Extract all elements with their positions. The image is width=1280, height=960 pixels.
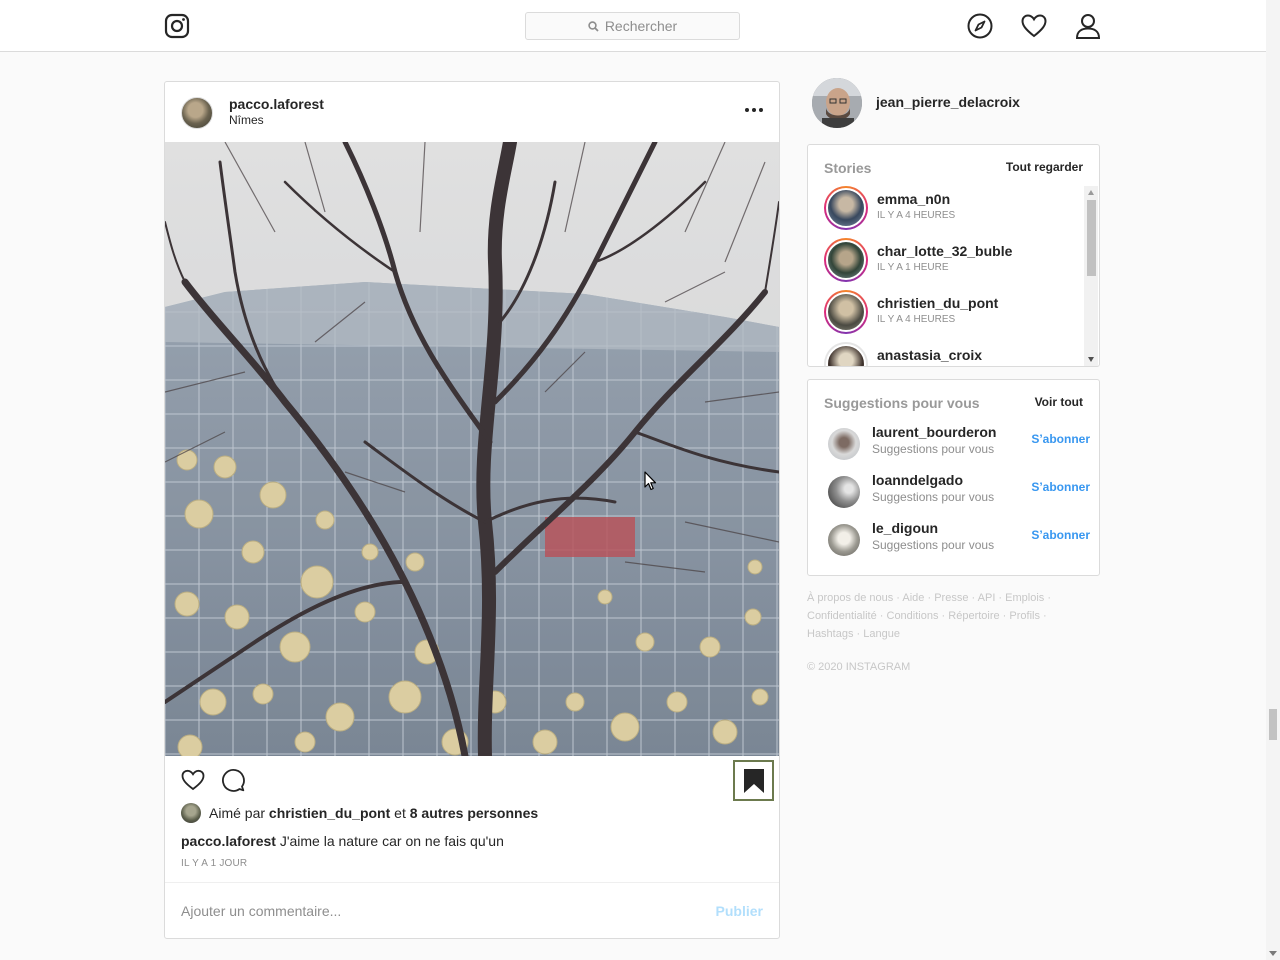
suggestion-avatar[interactable] bbox=[828, 524, 860, 556]
likes-summary: Aimé par christien_du_pont et 8 autres p… bbox=[181, 802, 538, 824]
caption-username[interactable]: pacco.laforest bbox=[181, 833, 276, 849]
footer-link-hashtags[interactable]: Hashtags bbox=[807, 628, 853, 640]
footer-link-profiles[interactable]: Profils bbox=[1009, 610, 1040, 622]
search-placeholder: Rechercher bbox=[604, 18, 678, 34]
story-username: char_lotte_32_buble bbox=[877, 243, 1013, 259]
scroll-down-arrow-icon[interactable] bbox=[1088, 357, 1094, 362]
stories-see-all-link[interactable]: Tout regarder bbox=[1006, 160, 1083, 174]
suggestions-panel: Suggestions pour vous Voir tout laurent_… bbox=[807, 379, 1100, 576]
story-username: emma_n0n bbox=[877, 191, 951, 207]
scroll-down-arrow-icon[interactable] bbox=[1269, 951, 1277, 956]
footer-link-press[interactable]: Presse bbox=[934, 592, 968, 604]
footer-link-about[interactable]: À propos de nous bbox=[807, 592, 893, 604]
likes-connector: et bbox=[394, 805, 406, 821]
suggestion-username[interactable]: le_digoun bbox=[872, 520, 938, 536]
footer-link-directory[interactable]: Répertoire bbox=[948, 610, 999, 622]
scroll-up-arrow-icon[interactable] bbox=[1088, 190, 1094, 195]
suggestions-title: Suggestions pour vous bbox=[824, 395, 980, 411]
current-user-avatar[interactable] bbox=[812, 78, 862, 128]
story-item[interactable]: anastasia_croix bbox=[824, 342, 1084, 366]
footer-link-api[interactable]: API bbox=[978, 592, 996, 604]
suggestion-username[interactable]: laurent_bourderon bbox=[872, 424, 996, 440]
story-avatar[interactable] bbox=[824, 186, 868, 230]
footer-link-privacy[interactable]: Confidentialité bbox=[807, 610, 877, 622]
story-avatar[interactable] bbox=[824, 290, 868, 334]
caption-text: J'aime la nature car on ne fais qu'un bbox=[279, 833, 504, 849]
story-item[interactable]: emma_n0n IL Y A 4 HEURES bbox=[824, 186, 1084, 230]
post-photo[interactable] bbox=[165, 142, 779, 756]
liker-username[interactable]: christien_du_pont bbox=[269, 805, 390, 821]
profile-icon[interactable] bbox=[1075, 13, 1101, 39]
story-username: anastasia_croix bbox=[877, 347, 983, 363]
stories-scrollbar[interactable] bbox=[1084, 186, 1098, 366]
copyright: © 2020 INSTAGRAM bbox=[807, 661, 911, 673]
bookmark-icon bbox=[743, 768, 764, 793]
page-scrollbar[interactable] bbox=[1266, 0, 1280, 960]
footer-link-help[interactable]: Aide bbox=[902, 592, 924, 604]
story-avatar[interactable] bbox=[824, 342, 868, 366]
suggestion-item: loanndelgado Suggestions pour vous S’abo… bbox=[828, 472, 1090, 512]
suggestion-username[interactable]: loanndelgado bbox=[872, 472, 963, 488]
stories-panel: Stories Tout regarder emma_n0n IL Y A 4 … bbox=[807, 144, 1100, 367]
story-time: IL Y A 4 HEURES bbox=[877, 314, 956, 325]
follow-button[interactable]: S’abonner bbox=[1031, 432, 1090, 446]
search-input[interactable]: Rechercher bbox=[525, 12, 740, 40]
mouse-cursor-icon bbox=[644, 471, 657, 491]
stories-title: Stories bbox=[824, 160, 872, 176]
stories-list: emma_n0n IL Y A 4 HEURES char_lotte_32_b… bbox=[808, 185, 1085, 366]
footer-link-jobs[interactable]: Emplois bbox=[1005, 592, 1044, 604]
stories-scrollbar-thumb[interactable] bbox=[1087, 200, 1096, 276]
follow-button[interactable]: S’abonner bbox=[1031, 480, 1090, 494]
save-bookmark-button[interactable] bbox=[733, 760, 774, 801]
comment-form: Publier bbox=[165, 882, 779, 938]
suggestion-avatar[interactable] bbox=[828, 476, 860, 508]
post-timestamp[interactable]: IL Y A 1 JOUR bbox=[181, 858, 247, 869]
comment-bubble-icon[interactable] bbox=[221, 768, 245, 792]
story-avatar[interactable] bbox=[824, 238, 868, 282]
instagram-icon[interactable] bbox=[164, 13, 190, 39]
page-scrollbar-thumb[interactable] bbox=[1269, 709, 1277, 740]
current-user-username[interactable]: jean_pierre_delacroix bbox=[876, 94, 1020, 110]
more-options-icon[interactable] bbox=[745, 108, 763, 112]
suggestion-subtitle: Suggestions pour vous bbox=[872, 490, 995, 504]
post-header: pacco.laforest Nîmes bbox=[165, 82, 779, 143]
top-navigation: Rechercher bbox=[0, 0, 1266, 52]
likes-prefix: Aimé par bbox=[209, 805, 266, 821]
follow-button[interactable]: S’abonner bbox=[1031, 528, 1090, 542]
feed-post: pacco.laforest Nîmes Aimé par christien_… bbox=[164, 81, 780, 939]
explore-compass-icon[interactable] bbox=[967, 13, 993, 39]
story-time: IL Y A 1 HEURE bbox=[877, 262, 949, 273]
post-author-username[interactable]: pacco.laforest bbox=[229, 96, 324, 112]
suggestion-subtitle: Suggestions pour vous bbox=[872, 538, 995, 552]
story-item[interactable]: char_lotte_32_buble IL Y A 1 HEURE bbox=[824, 238, 1084, 282]
suggestion-subtitle: Suggestions pour vous bbox=[872, 442, 995, 456]
footer-link-terms[interactable]: Conditions bbox=[887, 610, 939, 622]
footer-links: À propos de nous · Aide · Presse · API ·… bbox=[807, 592, 1052, 640]
suggestion-avatar[interactable] bbox=[828, 428, 860, 460]
story-item[interactable]: christien_du_pont IL Y A 4 HEURES bbox=[824, 290, 1084, 334]
like-heart-icon[interactable] bbox=[181, 768, 205, 792]
post-actions bbox=[165, 756, 779, 804]
suggestion-item: le_digoun Suggestions pour vous S’abonne… bbox=[828, 520, 1090, 560]
post-caption: pacco.laforest J'aime la nature car on n… bbox=[181, 833, 504, 849]
story-time: IL Y A 4 HEURES bbox=[877, 210, 956, 221]
liker-avatar[interactable] bbox=[181, 803, 201, 823]
post-location[interactable]: Nîmes bbox=[229, 113, 264, 127]
likes-others-link[interactable]: 8 autres personnes bbox=[410, 805, 538, 821]
story-username: christien_du_pont bbox=[877, 295, 999, 311]
search-icon bbox=[588, 20, 599, 32]
comment-input[interactable] bbox=[181, 899, 661, 923]
post-author-avatar[interactable] bbox=[181, 97, 213, 129]
suggestion-item: laurent_bourderon Suggestions pour vous … bbox=[828, 424, 1090, 464]
footer-link-language[interactable]: Langue bbox=[863, 628, 900, 640]
suggestions-see-all-link[interactable]: Voir tout bbox=[1035, 395, 1083, 409]
publish-button[interactable]: Publier bbox=[716, 903, 763, 919]
activity-heart-icon[interactable] bbox=[1021, 13, 1047, 39]
